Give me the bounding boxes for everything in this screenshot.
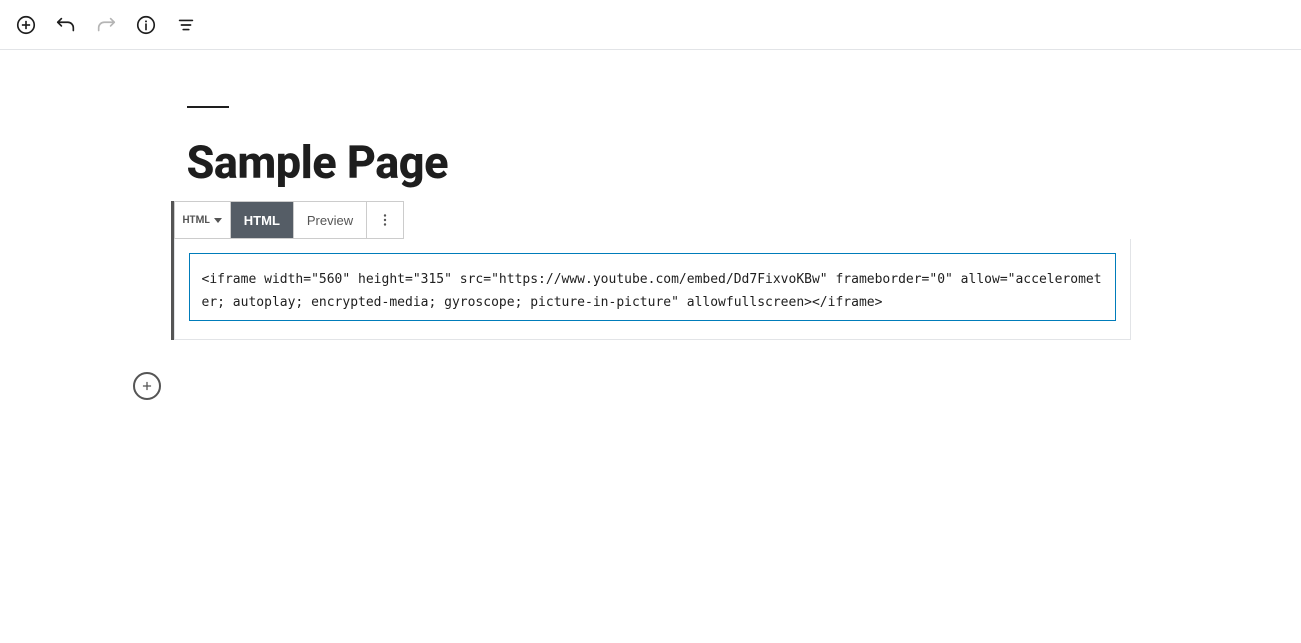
block-toolbar: HTML HTML Preview [174, 201, 405, 239]
block-type-dropdown[interactable]: HTML [175, 202, 230, 238]
content-info-button[interactable] [128, 7, 164, 43]
block-type-label: HTML [183, 215, 210, 226]
tab-html[interactable]: HTML [231, 202, 293, 238]
tab-preview[interactable]: Preview [294, 202, 366, 238]
html-code-textarea[interactable] [189, 253, 1116, 321]
block-navigation-button[interactable] [168, 7, 204, 43]
inserter-row [171, 372, 1131, 402]
more-vertical-icon [376, 211, 394, 229]
add-block-button[interactable] [8, 7, 44, 43]
info-icon [135, 14, 157, 36]
outline-icon [175, 14, 197, 36]
title-decoration [187, 106, 229, 108]
html-block: HTML HTML Preview [171, 201, 1131, 340]
plus-circle-icon [15, 14, 37, 36]
page-title[interactable]: Sample Page [187, 136, 1131, 189]
editor-top-toolbar [0, 0, 1301, 50]
editor-canvas: Sample Page HTML HTML Preview [0, 50, 1301, 402]
chevron-down-icon [214, 218, 222, 223]
add-block-inserter[interactable] [133, 372, 161, 400]
undo-icon [55, 14, 77, 36]
content-column: Sample Page HTML HTML Preview [171, 106, 1131, 402]
title-wrap: Sample Page [171, 106, 1131, 189]
redo-icon [95, 14, 117, 36]
plus-icon [140, 379, 154, 393]
block-content [174, 239, 1131, 340]
redo-button[interactable] [88, 7, 124, 43]
block-more-options[interactable] [367, 202, 403, 238]
undo-button[interactable] [48, 7, 84, 43]
